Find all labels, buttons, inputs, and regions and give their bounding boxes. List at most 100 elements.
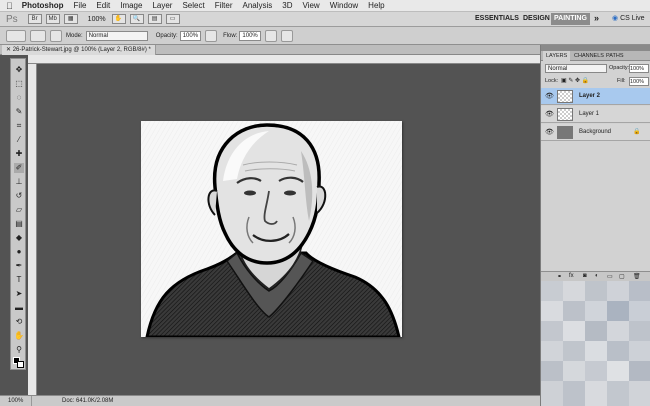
cs-live-icon: ◉ bbox=[612, 15, 619, 22]
opacity-field[interactable]: 100% bbox=[179, 30, 202, 41]
pressure-size-icon[interactable] bbox=[280, 29, 293, 42]
layer-thumbnail bbox=[557, 90, 573, 103]
dodge-tool-icon[interactable]: ● bbox=[14, 247, 24, 257]
type-tool-icon[interactable]: T bbox=[14, 275, 24, 285]
layer-style-icon[interactable]: fx bbox=[569, 273, 574, 279]
workspace-painting[interactable]: PAINTING bbox=[551, 13, 590, 25]
document-tab-bar: ✕ 26-Patrick-Stewart.jpg @ 100% (Layer 2… bbox=[0, 45, 540, 55]
adjustment-layer-icon[interactable]: ◐ bbox=[595, 273, 599, 279]
blur-tool-icon[interactable]: ◆ bbox=[14, 233, 24, 243]
status-bar: 100% Doc: 641.0K/2.08M bbox=[0, 395, 540, 406]
healing-tool-icon[interactable]: ✚ bbox=[14, 149, 24, 159]
brush-preset-picker[interactable] bbox=[6, 29, 26, 42]
menu-help[interactable]: Help bbox=[368, 1, 384, 10]
eraser-tool-icon[interactable]: ▱ bbox=[14, 205, 24, 215]
menu-analysis[interactable]: Analysis bbox=[242, 1, 272, 10]
fill-field[interactable]: 100% bbox=[629, 77, 649, 86]
zoom-level-select[interactable]: 100% bbox=[88, 16, 106, 23]
workspace-essentials[interactable]: ESSENTIALS bbox=[475, 13, 519, 25]
path-select-tool-icon[interactable]: ➤ bbox=[14, 289, 24, 299]
opacity-label: Opacity: bbox=[155, 32, 178, 39]
lock-icons[interactable]: ▣ ✎ ✥ 🔒 bbox=[561, 77, 589, 84]
shape-tool-icon[interactable]: ▬ bbox=[14, 303, 24, 313]
menu-edit[interactable]: Edit bbox=[96, 1, 110, 10]
link-layers-icon[interactable]: ⚭ bbox=[557, 273, 562, 280]
eyedropper-tool-icon[interactable]: ⁄ bbox=[14, 135, 24, 145]
layer-mask-icon[interactable]: ◙ bbox=[583, 273, 587, 279]
layer-opacity-field[interactable]: 100% bbox=[629, 64, 649, 73]
layer-name: Layer 1 bbox=[579, 111, 600, 117]
zoom-view-icon[interactable]: 🔍 bbox=[129, 14, 144, 24]
ps-logo: Ps bbox=[6, 13, 18, 25]
menu-file[interactable]: File bbox=[74, 1, 87, 10]
zoom-tool-icon[interactable]: ⚲ bbox=[14, 345, 24, 355]
tab-paths[interactable]: PATHS bbox=[603, 51, 627, 61]
menu-app-name[interactable]: Photoshop bbox=[22, 1, 64, 10]
document-canvas[interactable] bbox=[141, 121, 402, 337]
pressure-opacity-icon[interactable] bbox=[205, 29, 218, 42]
vertical-ruler[interactable] bbox=[28, 64, 37, 395]
quick-select-tool-icon[interactable]: ✎ bbox=[14, 107, 24, 117]
layer-row-layer-1[interactable]: 👁 Layer 1 bbox=[541, 106, 650, 123]
minibridge-icon[interactable]: Mb bbox=[45, 14, 60, 24]
menu-select[interactable]: Select bbox=[182, 1, 204, 10]
menu-window[interactable]: Window bbox=[330, 1, 358, 10]
blend-mode-select[interactable]: Normal bbox=[545, 64, 607, 73]
layer-thumbnail bbox=[557, 108, 573, 121]
arrange-documents-icon[interactable]: ▤ bbox=[147, 14, 162, 24]
tools-panel: ✥ ⬚ ◌ ✎ ⌗ ⁄ ✚ ✐ ⊥ ↺ ▱ ▤ ◆ ● ✒ T ➤ ▬ ⟲ ✋ … bbox=[10, 58, 26, 370]
tab-channels[interactable]: CHANNELS bbox=[571, 51, 607, 61]
brush-size-picker[interactable] bbox=[30, 29, 46, 42]
visibility-eye-icon[interactable]: 👁 bbox=[545, 110, 554, 118]
mode-label: Mode: bbox=[66, 32, 83, 39]
brush-panel-toggle-icon[interactable] bbox=[50, 29, 62, 42]
visibility-eye-icon[interactable]: 👁 bbox=[545, 92, 554, 100]
horizontal-ruler[interactable] bbox=[28, 55, 540, 64]
workspace-design[interactable]: DESIGN bbox=[523, 13, 550, 25]
layer-name: Background bbox=[579, 129, 612, 135]
menu-view[interactable]: View bbox=[303, 1, 320, 10]
gradient-tool-icon[interactable]: ▤ bbox=[14, 219, 24, 229]
background-color-swatch[interactable] bbox=[17, 361, 24, 368]
airbrush-icon[interactable] bbox=[264, 29, 277, 42]
screen-mode-icon[interactable]: ▭ bbox=[165, 14, 180, 24]
layer-row-background[interactable]: 👁 Background 🔒 bbox=[541, 124, 650, 141]
cs-live-button[interactable]: ◉ CS Live bbox=[612, 13, 645, 25]
view-extras-icon[interactable]: ▦ bbox=[63, 14, 78, 24]
document-tab[interactable]: ✕ 26-Patrick-Stewart.jpg @ 100% (Layer 2… bbox=[2, 45, 156, 55]
pen-tool-icon[interactable]: ✒ bbox=[14, 261, 24, 271]
options-bar: Mode: Normal Opacity: 100% Flow: 100% bbox=[0, 27, 650, 45]
cs-live-label: CS Live bbox=[620, 15, 645, 22]
menu-3d[interactable]: 3D bbox=[282, 1, 292, 10]
flow-field[interactable]: 100% bbox=[239, 30, 261, 41]
brush-tool-icon[interactable]: ✐ bbox=[14, 163, 24, 173]
layer-thumbnail bbox=[557, 126, 573, 139]
mode-select[interactable]: Normal bbox=[85, 30, 148, 41]
3d-rotate-tool-icon[interactable]: ⟲ bbox=[14, 317, 24, 327]
crop-tool-icon[interactable]: ⌗ bbox=[14, 121, 24, 131]
delete-layer-icon[interactable]: 🗑 bbox=[633, 273, 641, 280]
move-tool-icon[interactable]: ✥ bbox=[14, 65, 24, 75]
doc-size-info[interactable]: Doc: 641.0K/2.08M bbox=[62, 396, 113, 406]
clone-stamp-tool-icon[interactable]: ⊥ bbox=[14, 177, 24, 187]
menu-filter[interactable]: Filter bbox=[215, 1, 233, 10]
hand-tool-icon[interactable]: ✋ bbox=[14, 331, 24, 341]
layer-row-layer-2[interactable]: 👁 Layer 2 bbox=[541, 88, 650, 105]
hand-view-icon[interactable]: ✋ bbox=[111, 14, 126, 24]
marquee-tool-icon[interactable]: ⬚ bbox=[14, 79, 24, 89]
close-icon[interactable]: ✕ bbox=[6, 47, 11, 53]
new-layer-icon[interactable]: ▢ bbox=[619, 273, 625, 280]
bridge-icon[interactable]: Br bbox=[27, 14, 42, 24]
more-workspaces-button[interactable]: » bbox=[594, 13, 599, 25]
apple-icon[interactable]:  bbox=[6, 1, 13, 11]
menu-bar:  Photoshop File Edit Image Layer Select… bbox=[0, 0, 650, 12]
status-zoom-field[interactable]: 100% bbox=[8, 396, 33, 406]
visibility-eye-icon[interactable]: 👁 bbox=[545, 128, 554, 136]
tab-layers[interactable]: LAYERS bbox=[543, 51, 571, 61]
menu-layer[interactable]: Layer bbox=[152, 1, 172, 10]
document-title: 26-Patrick-Stewart.jpg @ 100% (Layer 2, … bbox=[12, 47, 151, 53]
history-brush-tool-icon[interactable]: ↺ bbox=[14, 191, 24, 201]
lasso-tool-icon[interactable]: ◌ bbox=[14, 93, 24, 103]
new-group-icon[interactable]: ▭ bbox=[607, 273, 613, 280]
menu-image[interactable]: Image bbox=[120, 1, 142, 10]
